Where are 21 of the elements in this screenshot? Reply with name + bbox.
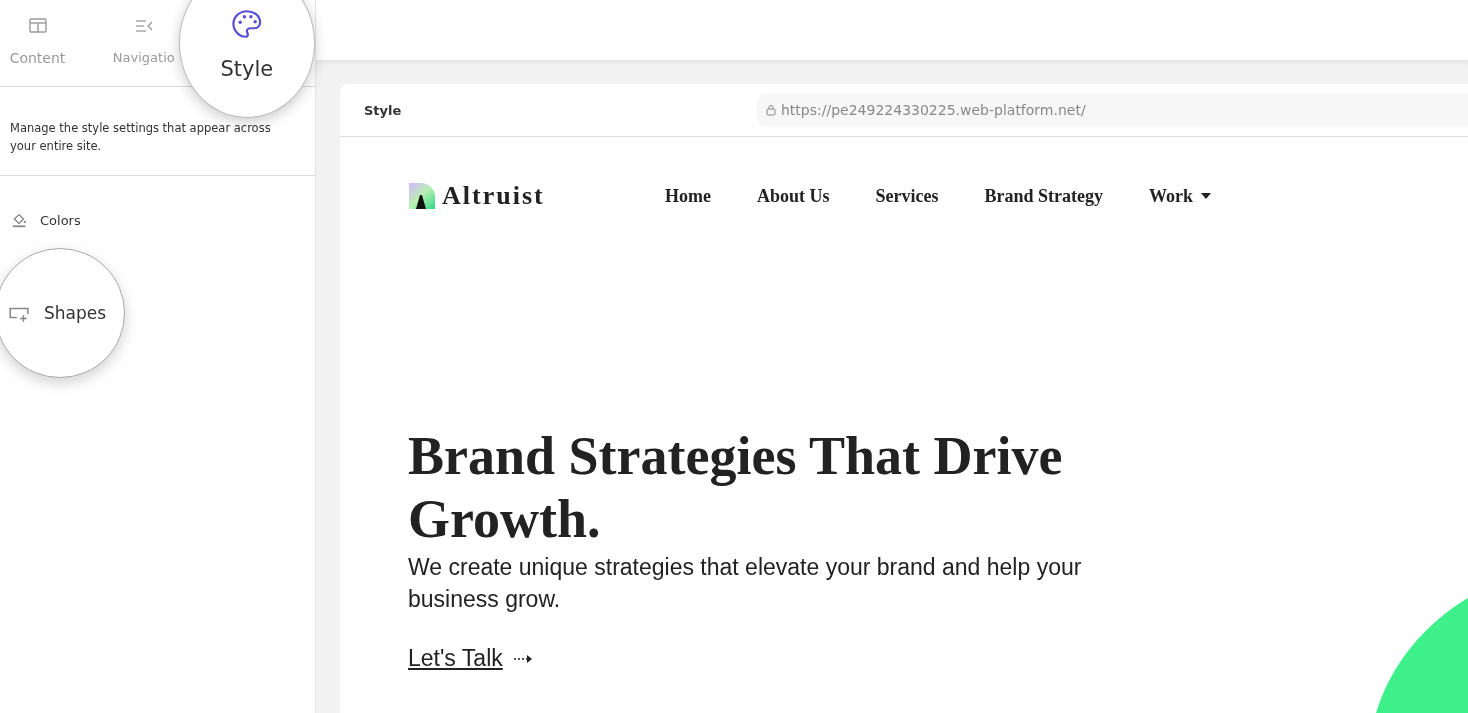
arrow-icon <box>512 653 533 664</box>
palette-icon <box>229 7 264 41</box>
panel-description: Manage the style settings that appear across your entire site. <box>0 87 315 176</box>
nav-link[interactable]: About Us <box>757 185 830 207</box>
style-menu-item[interactable]: Shapes <box>0 248 125 378</box>
logo-icon <box>408 182 436 210</box>
nav-link[interactable]: Work <box>1149 185 1211 207</box>
nav-link[interactable]: Home <box>665 185 711 207</box>
logo-text: Altruist <box>442 181 545 211</box>
preview-title: Style <box>363 102 403 118</box>
caret-icon <box>1201 193 1211 199</box>
editor-tab[interactable]: Style <box>178 0 315 118</box>
style-menu-item[interactable]: Colors <box>0 209 315 231</box>
hero-heading: Brand Strategies That Drive Growth. <box>408 425 1064 551</box>
nav-link[interactable]: Brand Strategy <box>984 185 1103 207</box>
paint-bucket-icon <box>10 211 28 229</box>
hero-subheading: We create unique strategies that elevate your brand and help your business grow. <box>408 553 1083 614</box>
nav-link[interactable]: Services <box>875 185 939 207</box>
layout-icon <box>27 16 48 36</box>
cta-link[interactable]: Let's Talk <box>408 645 503 672</box>
lock-icon <box>765 104 777 116</box>
